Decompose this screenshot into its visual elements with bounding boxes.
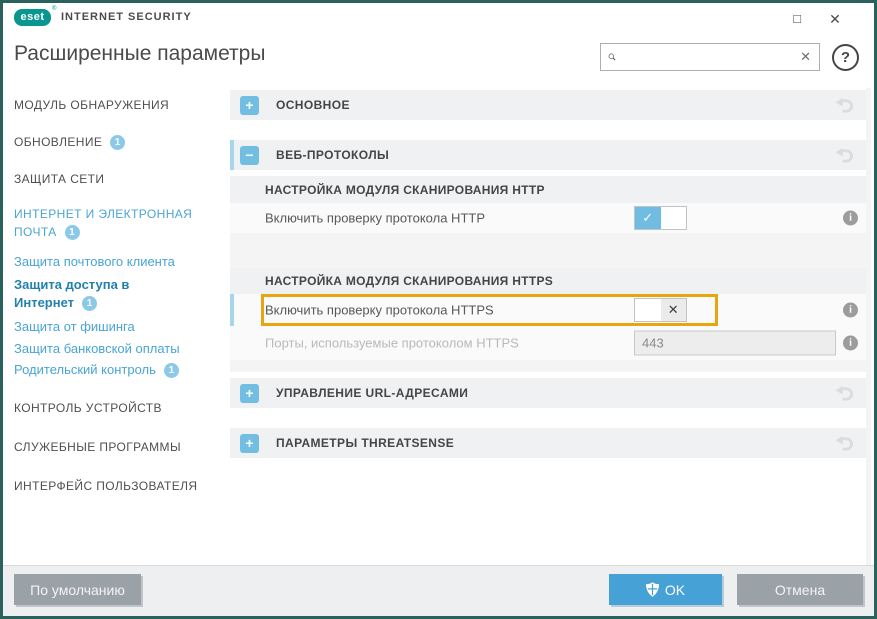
info-icon[interactable]: i xyxy=(843,211,858,226)
default-button[interactable]: По умолчанию xyxy=(14,574,141,605)
revert-icon[interactable] xyxy=(835,436,854,451)
sidebar-item-label: ИНТЕРНЕТ И ЭЛЕКТРОННАЯ ПОЧТА xyxy=(14,207,192,239)
search-input[interactable] xyxy=(620,45,796,69)
scrollbar-track xyxy=(866,88,871,565)
check-icon: ✓ xyxy=(635,207,661,229)
notification-badge: 1 xyxy=(110,135,125,150)
sidebar-item-label: ОБНОВЛЕНИЕ xyxy=(14,135,102,149)
sidebar-item-tools[interactable]: СЛУЖЕБНЫЕ ПРОГРАММЫ xyxy=(14,438,214,456)
http-toggle-switch[interactable]: ✓ xyxy=(634,206,687,230)
sidebar-item-label: Защита от фишинга xyxy=(14,319,135,334)
section-title: ВЕБ-ПРОТОКОЛЫ xyxy=(276,148,389,162)
section-title: ПАРАМЕТРЫ THREATSENSE xyxy=(276,436,454,450)
product-name: INTERNET SECURITY xyxy=(61,11,192,23)
collapse-icon[interactable]: − xyxy=(240,146,259,165)
sidebar-item-label: Защита почтового клиента xyxy=(14,254,175,269)
https-ports-input[interactable] xyxy=(634,331,836,356)
sidebar-item-detection-engine[interactable]: МОДУЛЬ ОБНАРУЖЕНИЯ xyxy=(14,96,214,114)
https-scanner-subheader: НАСТРОЙКА МОДУЛЯ СКАНИРОВАНИЯ HTTPS xyxy=(230,268,866,294)
expand-icon[interactable]: + xyxy=(240,384,259,403)
https-ports-row: Порты, используемые протоколом HTTPS i xyxy=(230,326,866,360)
info-icon[interactable]: i xyxy=(843,303,858,318)
expand-icon[interactable]: + xyxy=(240,434,259,453)
focus-accent xyxy=(230,140,234,170)
section-spacer xyxy=(230,360,866,372)
cancel-button[interactable]: Отмена xyxy=(737,574,863,605)
sidebar-item-web-and-email[interactable]: ИНТЕРНЕТ И ЭЛЕКТРОННАЯ ПОЧТА1 xyxy=(14,205,214,241)
cross-icon: ✕ xyxy=(661,299,687,321)
notification-badge: 1 xyxy=(164,363,179,378)
revert-icon[interactable] xyxy=(835,148,854,163)
ok-button-label: OK xyxy=(665,582,685,598)
clear-search-icon[interactable]: ✕ xyxy=(800,49,811,65)
ok-button[interactable]: OK xyxy=(609,574,722,605)
section-basic[interactable]: + ОСНОВНОЕ xyxy=(230,90,866,120)
notification-badge: 1 xyxy=(65,225,80,240)
focus-accent xyxy=(230,294,234,326)
sidebar-item-label: СЛУЖЕБНЫЕ ПРОГРАММЫ xyxy=(14,440,181,454)
eset-logo: eset xyxy=(14,9,51,26)
http-scanner-subheader: НАСТРОЙКА МОДУЛЯ СКАНИРОВАНИЯ HTTP xyxy=(230,176,866,203)
registered-trademark-icon: ® xyxy=(52,6,56,12)
section-url-management[interactable]: + УПРАВЛЕНИЕ URL-АДРЕСАМИ xyxy=(230,378,866,408)
sidebar-item-banking-protection[interactable]: Защита банковской оплаты xyxy=(14,340,214,358)
https-toggle-switch[interactable]: ✕ xyxy=(634,298,687,322)
subheader-title: НАСТРОЙКА МОДУЛЯ СКАНИРОВАНИЯ HTTP xyxy=(265,183,545,197)
setting-label: Порты, используемые протоколом HTTPS xyxy=(265,336,519,351)
sidebar-item-network-protection[interactable]: ЗАЩИТА СЕТИ xyxy=(14,170,214,188)
maximize-button[interactable]: □ xyxy=(784,8,810,30)
sidebar-item-label: Защита банковской оплаты xyxy=(14,341,180,356)
search-box: ✕ xyxy=(600,43,820,71)
notification-badge: 1 xyxy=(82,296,97,311)
sidebar-item-user-interface[interactable]: ИНТЕРФЕЙС ПОЛЬЗОВАТЕЛЯ xyxy=(14,477,214,495)
page-title: Расширенные параметры xyxy=(14,42,265,66)
revert-icon[interactable] xyxy=(835,98,854,113)
section-web-protocols[interactable]: − ВЕБ-ПРОТОКОЛЫ xyxy=(230,140,866,170)
sidebar-item-update[interactable]: ОБНОВЛЕНИЕ 1 xyxy=(14,133,214,151)
expand-icon[interactable]: + xyxy=(240,96,259,115)
revert-icon[interactable] xyxy=(835,386,854,401)
setting-label: Включить проверку протокола HTTPS xyxy=(265,303,494,318)
http-toggle-row: Включить проверку протокола HTTP ✓ i xyxy=(230,203,866,233)
close-button[interactable]: ✕ xyxy=(822,8,848,30)
sidebar-item-label: Защита доступа в Интернет xyxy=(14,277,129,310)
section-threatsense[interactable]: + ПАРАМЕТРЫ THREATSENSE xyxy=(230,428,866,458)
sidebar-item-label: Родительский контроль xyxy=(14,362,156,377)
https-toggle-row: Включить проверку протокола HTTPS ✕ i xyxy=(230,294,866,326)
sidebar-item-label: КОНТРОЛЬ УСТРОЙСТВ xyxy=(14,401,162,415)
sidebar-item-antiphishing[interactable]: Защита от фишинга xyxy=(14,318,214,336)
sidebar-item-email-client-protection[interactable]: Защита почтового клиента xyxy=(14,253,214,271)
uac-shield-icon xyxy=(646,582,659,597)
subheader-title: НАСТРОЙКА МОДУЛЯ СКАНИРОВАНИЯ HTTPS xyxy=(265,274,553,288)
eset-settings-window: eset ® INTERNET SECURITY □ ✕ Расширенные… xyxy=(0,0,877,619)
section-title: УПРАВЛЕНИЕ URL-АДРЕСАМИ xyxy=(276,386,468,400)
sidebar-item-device-control[interactable]: КОНТРОЛЬ УСТРОЙСТВ xyxy=(14,399,214,417)
section-spacer xyxy=(230,233,866,268)
sidebar-item-label: ЗАЩИТА СЕТИ xyxy=(14,172,104,186)
setting-label: Включить проверку протокола HTTP xyxy=(265,211,485,226)
sidebar-item-web-access-protection[interactable]: Защита доступа в Интернет1 xyxy=(14,276,189,312)
help-icon[interactable]: ? xyxy=(832,44,859,71)
section-title: ОСНОВНОЕ xyxy=(276,98,350,112)
search-icon xyxy=(608,49,616,65)
sidebar-item-label: ИНТЕРФЕЙС ПОЛЬЗОВАТЕЛЯ xyxy=(14,479,197,493)
sidebar-item-parental-control[interactable]: Родительский контроль 1 xyxy=(14,361,214,379)
footer-bar: По умолчанию OK Отмена xyxy=(3,565,874,616)
sidebar-item-label: МОДУЛЬ ОБНАРУЖЕНИЯ xyxy=(14,98,169,112)
title-bar: eset ® INTERNET SECURITY □ ✕ xyxy=(3,3,874,31)
info-icon[interactable]: i xyxy=(843,336,858,351)
